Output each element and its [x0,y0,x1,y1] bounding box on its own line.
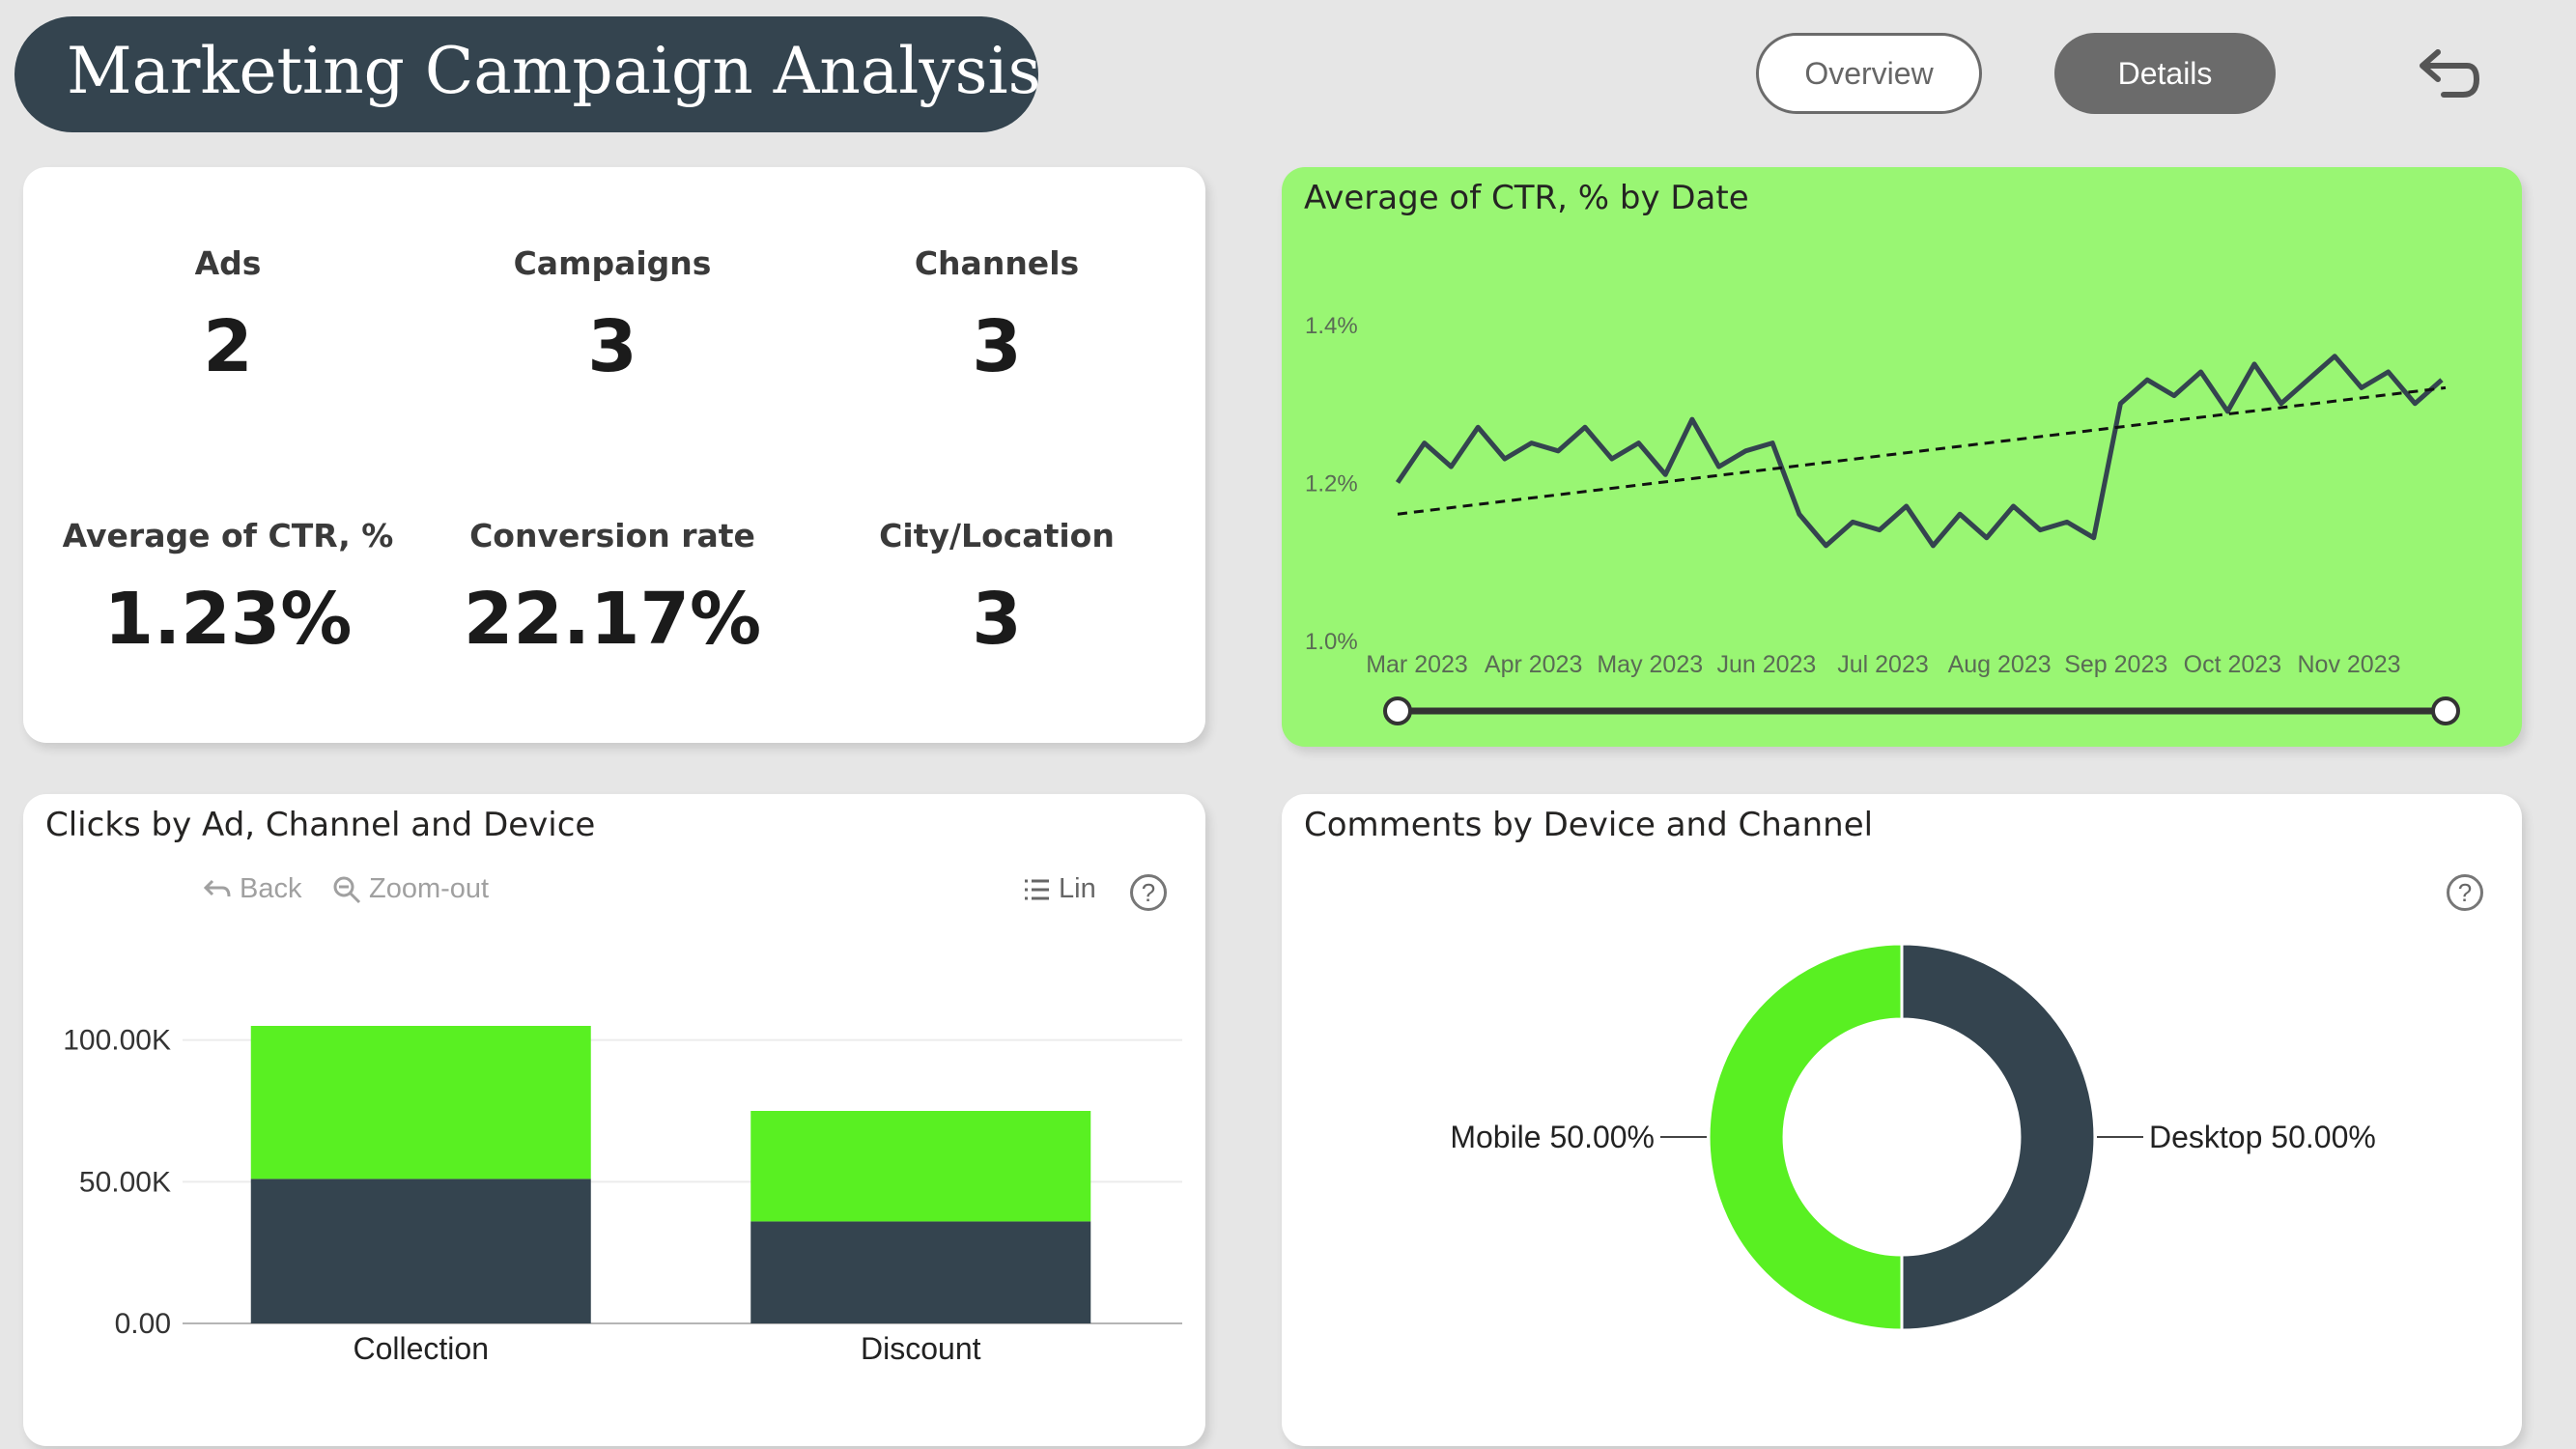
donut-slice[interactable] [1900,942,2097,1332]
clicks-stacked-bar-chart[interactable]: 0.00 50.00K 100.00K Collection Discount [23,794,1205,1446]
y-tick-label: 50.00K [79,1166,171,1198]
donut-slice[interactable] [1707,942,1904,1332]
bar-segment[interactable] [250,1179,591,1323]
kpi-value: 3 [972,578,1022,661]
kpi-average-ctr: Average of CTR, % 1.23% [35,517,421,661]
kpi-label: Conversion rate [469,517,755,554]
back-arrow-icon[interactable] [2405,37,2482,114]
y-tick-label: 1.4% [1305,313,1358,339]
details-button[interactable]: Details [2054,33,2276,114]
kpi-city-location: City/Location 3 [804,517,1190,661]
kpi-value: 1.23% [103,578,353,661]
y-tick-label: 100.00K [63,1025,171,1057]
kpi-value: 3 [587,305,637,388]
kpi-label: Average of CTR, % [62,517,394,554]
comments-by-device-card: Comments by Device and Channel ? Desktop… [1282,794,2522,1446]
kpi-ads: Ads 2 [35,244,421,388]
y-tick-label: 1.0% [1305,629,1358,655]
bar-segment[interactable] [750,1111,1091,1222]
y-tick-label: 1.2% [1305,471,1358,497]
x-tick-label: Oct 2023 [2184,651,2281,678]
x-tick-label: May 2023 [1597,651,1703,678]
range-slider-left-handle[interactable] [1383,696,1412,725]
kpi-value: 22.17% [463,578,762,661]
x-tick-label: Mar 2023 [1366,651,1468,678]
x-tick-label: Discount [861,1331,981,1366]
kpi-label: Campaigns [513,244,712,282]
kpi-campaigns: Campaigns 3 [419,244,806,388]
kpi-label: City/Location [879,517,1115,554]
bar-segment[interactable] [750,1221,1091,1323]
x-tick-label: Jun 2023 [1716,651,1816,678]
donut-label: Mobile 50.00% [1450,1120,1655,1154]
range-slider-right-handle[interactable] [2431,696,2460,725]
x-tick-label: Collection [353,1331,489,1366]
bar-segment[interactable] [250,1026,591,1179]
overview-button[interactable]: Overview [1756,33,1982,114]
x-tick-label: Aug 2023 [1948,651,2052,678]
kpi-value: 3 [972,305,1022,388]
ctr-by-date-card: Average of CTR, % by Date 1.0% 1.2% 1.4% M… [1282,167,2522,747]
kpi-channels: Channels 3 [804,244,1190,388]
x-tick-label: Jul 2023 [1837,651,1929,678]
x-tick-label: Sep 2023 [2064,651,2167,678]
header-title-pill: Marketing Campaign Analysis [14,16,1041,132]
kpi-card: Ads 2 Campaigns 3 Channels 3 Average of … [23,167,1205,743]
x-tick-label: Apr 2023 [1485,651,1582,678]
kpi-value: 2 [203,305,253,388]
kpi-conversion-rate: Conversion rate 22.17% [419,517,806,661]
kpi-label: Channels [914,244,1080,282]
clicks-by-ad-card: Clicks by Ad, Channel and Device Back Zo… [23,794,1205,1446]
ctr-line-chart[interactable]: 1.0% 1.2% 1.4% Mar 2023 Apr 2023 May 2023 Jun… [1282,167,2522,747]
comments-donut-chart[interactable]: Desktop 50.00% Mobile 50.00% [1282,794,2522,1446]
x-tick-label: Nov 2023 [2297,651,2400,678]
y-tick-label: 0.00 [115,1308,171,1340]
page-title: Marketing Campaign Analysis [67,34,1041,108]
donut-label: Desktop 50.00% [2149,1120,2376,1154]
kpi-label: Ads [194,244,262,282]
